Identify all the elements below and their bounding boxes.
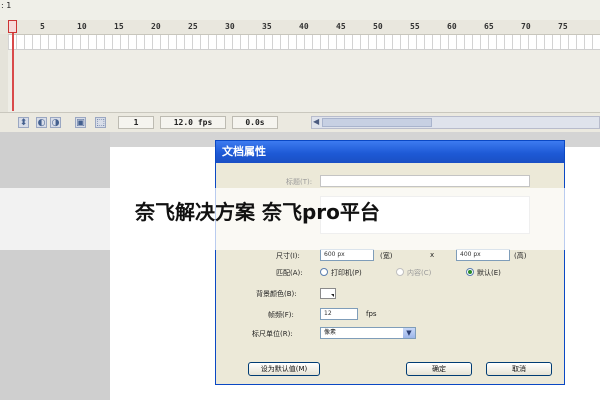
frame-rate-label: 帧频(F): [268, 311, 294, 319]
set-default-button[interactable]: 设为默认值(M) [248, 362, 320, 376]
ruler-number: 35 [262, 22, 272, 31]
ok-button[interactable]: 确定 [406, 362, 472, 376]
timeline-panel: : 1 1 5 10 15 20 25 30 35 40 45 50 55 60… [0, 0, 600, 133]
ruler-number: 5 [40, 22, 45, 31]
ruler-unit-label: 标尺单位(R): [252, 330, 293, 338]
ruler-number: 70 [521, 22, 531, 31]
watermark-text: 奈飞解决方案 奈飞pro平台 [135, 200, 380, 224]
edit-multiple-frames-icon[interactable]: ▣ [75, 117, 86, 128]
match-contents-radio [396, 268, 404, 276]
title-label: 标题(T): [286, 178, 313, 186]
size-label: 尺寸(I): [276, 252, 300, 260]
frame-rate-input[interactable]: 12 [320, 308, 358, 320]
document-properties-dialog: 文档属性 标题(T): 尺寸(I): 600 px (宽) x 400 px (… [215, 140, 565, 385]
timeline-status-bar: ⬍ ◐ ◑ ▣ ⬚ 1 12.0 fps 0.0s ◀ [0, 112, 600, 133]
ruler-number: 75 [558, 22, 568, 31]
onion-skin-icon[interactable]: ◐ [36, 117, 47, 128]
scroll-left-icon[interactable]: ◀ [313, 117, 319, 126]
timeline-empty-area [8, 50, 600, 112]
frame-cells[interactable] [8, 35, 600, 50]
scrollbar-thumb[interactable] [322, 118, 432, 127]
cancel-button[interactable]: 取消 [486, 362, 552, 376]
layer-label: : 1 [1, 1, 12, 10]
bg-color-label: 背景颜色(B): [256, 290, 297, 298]
ruler-unit-value: 像素 [324, 329, 337, 336]
workspace-pasteboard-left [0, 132, 110, 400]
title-input[interactable] [320, 175, 530, 187]
height-unit: (高) [514, 252, 527, 260]
match-default-radio[interactable] [466, 268, 474, 276]
ruler-number: 45 [336, 22, 346, 31]
ruler-number: 50 [373, 22, 383, 31]
center-frame-icon[interactable]: ⬍ [18, 117, 29, 128]
match-printer-label: 打印机(P) [331, 269, 362, 277]
ruler-number: 55 [410, 22, 420, 31]
playhead-line [12, 33, 14, 111]
fps-unit: fps [366, 310, 377, 318]
match-contents-label: 内容(C) [407, 269, 432, 277]
ruler-unit-select[interactable]: 像素 ▼ [320, 327, 416, 339]
ruler-number: 40 [299, 22, 309, 31]
ruler-number: 15 [114, 22, 124, 31]
onion-markers-icon[interactable]: ⬚ [95, 117, 106, 128]
chevron-down-icon[interactable]: ▼ [403, 328, 415, 338]
timeline-header: : 1 [0, 0, 600, 20]
width-input[interactable]: 600 px [320, 249, 374, 261]
times-sign: x [430, 251, 435, 259]
ruler-number: 20 [151, 22, 161, 31]
timeline-scrollbar[interactable]: ◀ [311, 116, 600, 129]
onion-outline-icon[interactable]: ◑ [50, 117, 61, 128]
ruler-number: 25 [188, 22, 198, 31]
match-default-label: 默认(E) [477, 269, 501, 277]
frame-ruler[interactable]: 1 5 10 15 20 25 30 35 40 45 50 55 60 65 … [0, 20, 600, 35]
ruler-number: 30 [225, 22, 235, 31]
match-printer-radio[interactable] [320, 268, 328, 276]
dialog-title-bar[interactable]: 文档属性 [216, 141, 564, 163]
playhead-handle[interactable] [8, 20, 17, 33]
ruler-number: 60 [447, 22, 457, 31]
match-label: 匹配(A): [276, 269, 303, 277]
ruler-number: 10 [77, 22, 87, 31]
width-unit: (宽) [380, 252, 393, 260]
frame-rate-field: 12.0 fps [160, 116, 226, 129]
bg-color-swatch[interactable] [320, 288, 336, 299]
ruler-number: 65 [484, 22, 494, 31]
current-frame-field: 1 [118, 116, 154, 129]
elapsed-time-field: 0.0s [232, 116, 278, 129]
height-input[interactable]: 400 px [456, 249, 510, 261]
